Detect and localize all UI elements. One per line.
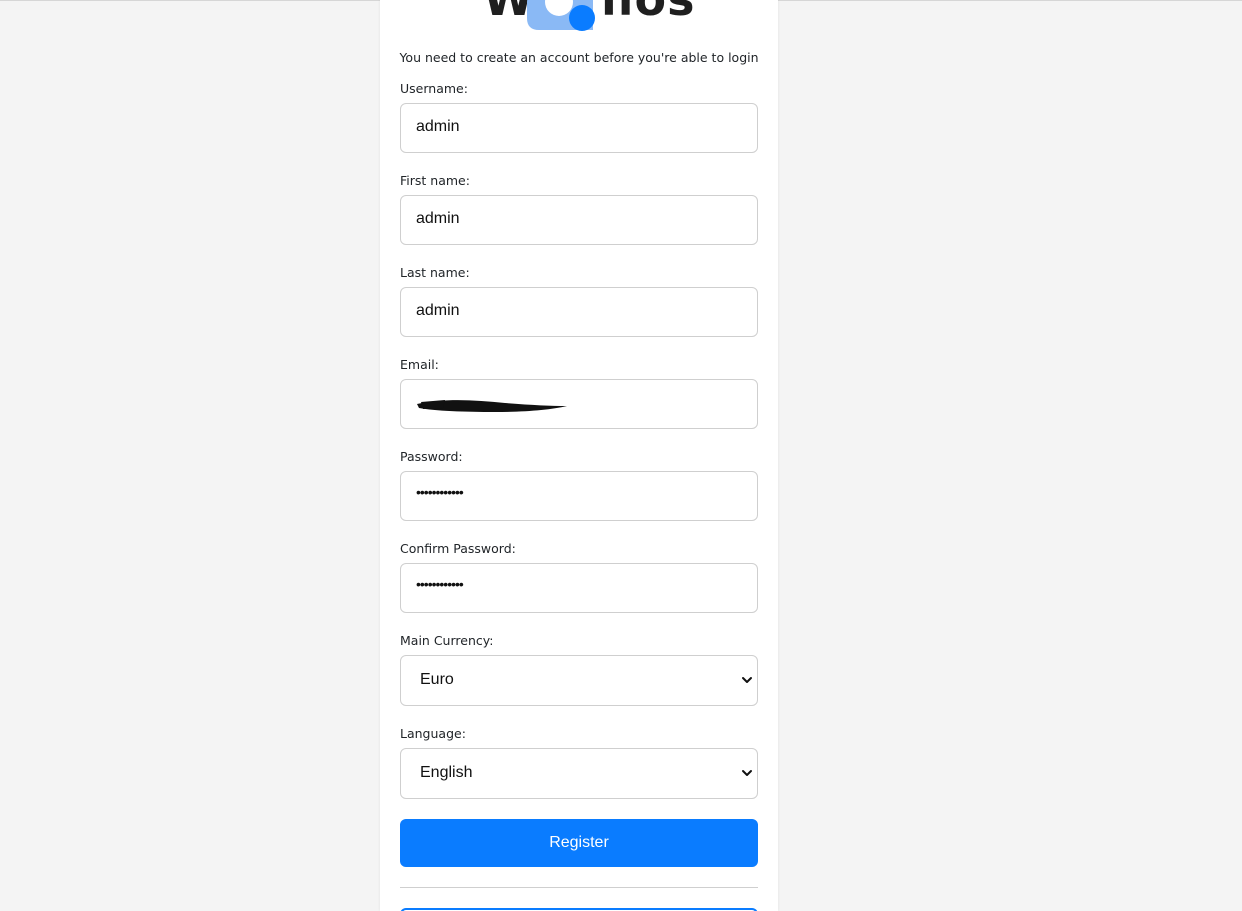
chevron-down-icon (742, 770, 752, 776)
password-value: •••••••••••• (416, 484, 464, 500)
first-name-input[interactable]: admin (400, 195, 758, 245)
register-card: W llos You need to create an account bef… (380, 0, 778, 911)
language-label: Language: (400, 726, 466, 741)
email-input[interactable] (400, 379, 758, 429)
email-label: Email: (400, 357, 439, 372)
language-selected: English (420, 764, 473, 781)
main-currency-selected: Euro (420, 671, 454, 688)
password-label: Password: (400, 449, 463, 464)
password-input[interactable]: •••••••••••• (400, 471, 758, 521)
confirm-password-input[interactable]: •••••••••••• (400, 563, 758, 613)
confirm-password-label: Confirm Password: (400, 541, 516, 556)
last-name-value: admin (416, 302, 460, 319)
username-value: admin (416, 118, 460, 135)
last-name-input[interactable]: admin (400, 287, 758, 337)
first-name-value: admin (416, 210, 460, 227)
last-name-label: Last name: (400, 265, 470, 280)
logo-mark-icon (527, 0, 595, 31)
main-currency-label: Main Currency: (400, 633, 494, 648)
chevron-down-icon (742, 677, 752, 683)
divider (400, 887, 758, 888)
intro-message: You need to create an account before you… (399, 50, 759, 65)
register-button[interactable]: Register (400, 819, 758, 867)
username-input[interactable]: admin (400, 103, 758, 153)
logo-text-right: llos (601, 0, 696, 22)
username-label: Username: (400, 81, 468, 96)
app-logo: W llos (380, 0, 778, 40)
main-currency-select[interactable]: Euro (400, 655, 758, 706)
language-select[interactable]: English (400, 748, 758, 799)
redaction-mark (417, 400, 567, 412)
first-name-label: First name: (400, 173, 470, 188)
confirm-password-value: •••••••••••• (416, 576, 464, 592)
